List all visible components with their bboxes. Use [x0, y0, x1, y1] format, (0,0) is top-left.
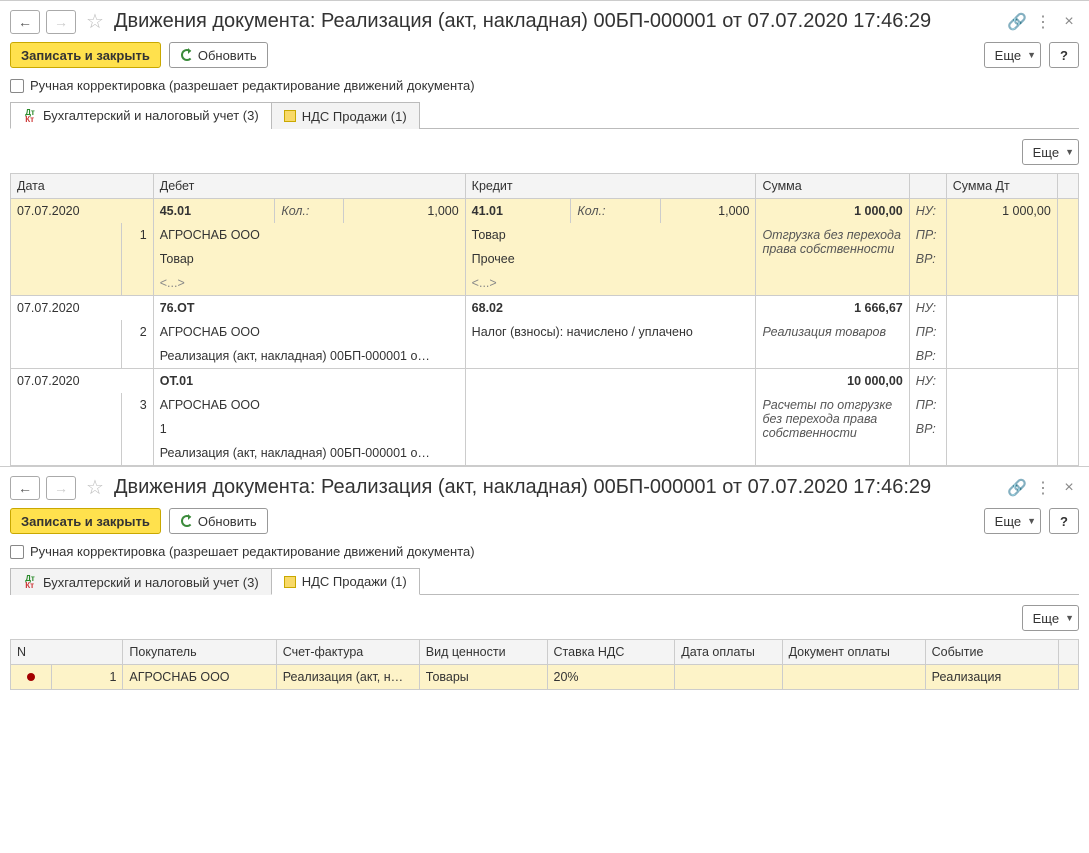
more-menu-icon[interactable]: ⋮	[1033, 478, 1053, 498]
col-invoice[interactable]: Счет-фактура	[276, 640, 419, 665]
nav-back[interactable]: ←	[10, 476, 40, 500]
table-row[interactable]: 3 АГРОСНАБ ООО Расчеты по отгрузке без п…	[11, 393, 1079, 417]
table-row[interactable]: Реализация (акт, накладная) 00БП-000001 …	[11, 441, 1079, 466]
more-menu-icon[interactable]: ⋮	[1033, 12, 1053, 32]
close-icon[interactable]: ×	[1059, 479, 1079, 497]
manual-edit-label: Ручная корректировка (разрешает редактир…	[30, 544, 475, 559]
nav-forward[interactable]: →	[46, 10, 76, 34]
nav-forward[interactable]: →	[46, 476, 76, 500]
refresh-label: Обновить	[198, 48, 257, 63]
manual-edit-checkbox[interactable]	[10, 545, 24, 559]
tab-vat-label: НДС Продажи (1)	[302, 574, 407, 589]
help-button[interactable]: ?	[1049, 42, 1079, 68]
refresh-label: Обновить	[198, 514, 257, 529]
help-button[interactable]: ?	[1049, 508, 1079, 534]
col-kind[interactable]: Вид ценности	[419, 640, 547, 665]
window-title: Движения документа: Реализация (акт, нак…	[114, 10, 1001, 33]
tab-vat-label: НДС Продажи (1)	[302, 109, 407, 124]
nav-back[interactable]: ←	[10, 10, 40, 34]
tab-vat[interactable]: НДС Продажи (1)	[271, 102, 420, 129]
refresh-button[interactable]: Обновить	[169, 42, 268, 68]
table-row[interactable]: 1 АГРОСНАБ ООО Реализация (акт, н… Товар…	[11, 665, 1079, 690]
record-dot-icon	[27, 673, 35, 681]
window-title: Движения документа: Реализация (акт, нак…	[114, 476, 1001, 499]
table-row[interactable]: Реализация (акт, накладная) 00БП-000001 …	[11, 344, 1079, 369]
vat-icon	[284, 576, 296, 588]
table-row[interactable]: 1 ВР:	[11, 417, 1079, 441]
vat-grid[interactable]: N Покупатель Счет-фактура Вид ценности С…	[10, 639, 1079, 690]
more-label: Еще	[995, 514, 1021, 529]
vat-icon	[284, 110, 296, 122]
save-and-close-button[interactable]: Записать и закрыть	[10, 508, 161, 534]
col-credit[interactable]: Кредит	[465, 174, 756, 199]
tab-accounting-label: Бухгалтерский и налоговый учет (3)	[43, 575, 259, 590]
toolbar-more-button[interactable]: Еще▼	[984, 42, 1041, 68]
tab-accounting-label: Бухгалтерский и налоговый учет (3)	[43, 108, 259, 123]
grid-more-label: Еще	[1033, 611, 1059, 626]
save-and-close-button[interactable]: Записать и закрыть	[10, 42, 161, 68]
manual-edit-checkbox[interactable]	[10, 79, 24, 93]
table-row[interactable]: 07.07.2020 76.ОТ 68.02 1 666,67 НУ:	[11, 296, 1079, 321]
link-icon[interactable]: 🔗	[1007, 478, 1027, 498]
link-icon[interactable]: 🔗	[1007, 12, 1027, 32]
grid-more-label: Еще	[1033, 145, 1059, 160]
col-debit[interactable]: Дебет	[153, 174, 465, 199]
col-pay-doc[interactable]: Документ оплаты	[782, 640, 925, 665]
tab-vat[interactable]: НДС Продажи (1)	[271, 568, 420, 595]
favorite-star-icon[interactable]: ☆	[86, 475, 104, 500]
table-row[interactable]: 1 АГРОСНАБ ООО Товар Отгрузка без перехо…	[11, 223, 1079, 247]
refresh-button[interactable]: Обновить	[169, 508, 268, 534]
col-event[interactable]: Событие	[925, 640, 1058, 665]
manual-edit-label: Ручная корректировка (разрешает редактир…	[30, 78, 475, 93]
col-sum-dt[interactable]: Сумма Дт	[946, 174, 1057, 199]
tab-accounting[interactable]: ДтКт Бухгалтерский и налоговый учет (3)	[10, 568, 272, 595]
close-icon[interactable]: ×	[1059, 13, 1079, 31]
col-sum[interactable]: Сумма	[756, 174, 909, 199]
toolbar-more-button[interactable]: Еще▼	[984, 508, 1041, 534]
grid-more-button[interactable]: Еще▼	[1022, 139, 1079, 165]
accounting-grid[interactable]: Дата Дебет Кредит Сумма Сумма Дт 07.07.2…	[10, 173, 1079, 466]
dtkt-icon: ДтКт	[23, 575, 37, 589]
table-row[interactable]: 2 АГРОСНАБ ООО Налог (взносы): начислено…	[11, 320, 1079, 344]
grid-more-button[interactable]: Еще▼	[1022, 605, 1079, 631]
col-pay-date[interactable]: Дата оплаты	[675, 640, 782, 665]
favorite-star-icon[interactable]: ☆	[86, 9, 104, 34]
table-row[interactable]: 07.07.2020 ОТ.01 10 000,00 НУ:	[11, 369, 1079, 394]
table-row[interactable]: <...> <...>	[11, 271, 1079, 296]
col-n[interactable]: N	[11, 640, 123, 665]
refresh-icon	[180, 48, 194, 62]
dtkt-icon: ДтКт	[23, 109, 37, 123]
table-row[interactable]: Товар Прочее ВР:	[11, 247, 1079, 271]
table-row[interactable]: 07.07.2020 45.01 Кол.: 1,000 41.01 Кол.:…	[11, 199, 1079, 224]
tab-accounting[interactable]: ДтКт Бухгалтерский и налоговый учет (3)	[10, 102, 272, 129]
col-buyer[interactable]: Покупатель	[123, 640, 276, 665]
col-date[interactable]: Дата	[11, 174, 154, 199]
refresh-icon	[180, 514, 194, 528]
col-rate[interactable]: Ставка НДС	[547, 640, 675, 665]
more-label: Еще	[995, 48, 1021, 63]
